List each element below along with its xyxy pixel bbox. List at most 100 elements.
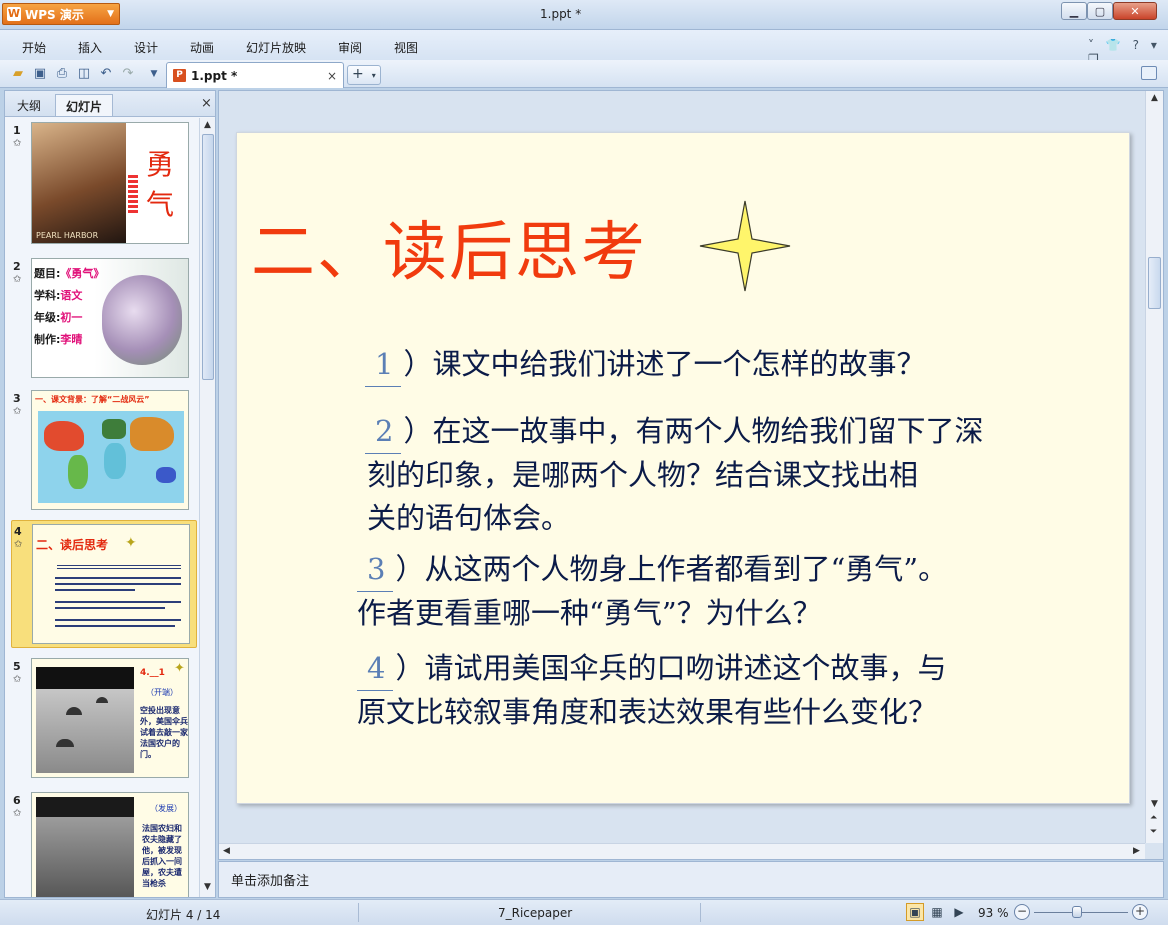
next-slide-icon[interactable]: ⏷ xyxy=(1150,827,1157,837)
question-number: 4 xyxy=(357,647,394,691)
undo-icon[interactable]: ↶ xyxy=(98,66,114,82)
thumbnail-slide-1[interactable]: 1 ✩ PEARL HARBOR 勇 气 xyxy=(11,120,197,248)
previous-slide-icon[interactable]: ⏶ xyxy=(1150,813,1157,823)
menu-home[interactable]: 开始 xyxy=(22,39,46,56)
info-row: 年级:初一 xyxy=(34,307,104,329)
skin-shirt-icon[interactable]: 👕 xyxy=(1106,38,1121,52)
menu-design[interactable]: 设计 xyxy=(134,39,158,56)
help-icon[interactable]: ? xyxy=(1133,38,1139,52)
thumbnail-info-rows: 题目:《勇气》 学科:语文 年级:初一 制作:李晴 xyxy=(34,263,104,351)
menu-slideshow[interactable]: 幻灯片放映 xyxy=(246,39,306,56)
question-line: 刻的印象，是哪两个人物？结合课文找出相 xyxy=(367,458,919,492)
close-button[interactable]: ✕ xyxy=(1113,2,1157,20)
question-line: 2 ）在这一故事中，有两个人物给我们留下了深 xyxy=(365,410,983,454)
wps-menu-button[interactable]: W WPS 演示 ▼ xyxy=(2,3,120,25)
open-folder-icon[interactable]: ▰ xyxy=(10,66,26,82)
transition-star-icon: ✩ xyxy=(14,539,23,550)
tab-close-button[interactable]: × xyxy=(327,69,337,83)
thumbnail-subtitle: （开端） xyxy=(146,688,178,697)
farmhouse-photo xyxy=(36,797,134,897)
thumbnail-list: 1 ✩ PEARL HARBOR 勇 气 2 ✩ 题目:《勇气》 学科:语文 年… xyxy=(5,118,199,897)
print-icon[interactable]: ⎙ xyxy=(54,66,70,82)
thumbnail-slide-5[interactable]: 5 ✩ 4.__1 ✦ （开端） 空投出现意外，美国伞兵试着去敲一家法国农户的门… xyxy=(11,656,197,780)
info-value: 李晴 xyxy=(60,333,83,346)
thumbnail-slide-2[interactable]: 2 ✩ 题目:《勇气》 学科:语文 年级:初一 制作:李晴 xyxy=(11,256,197,380)
status-divider xyxy=(358,903,359,922)
question-text: ）请试用美国伞兵的口吻讲述这个故事，与 xyxy=(395,651,947,685)
scroll-down-arrow-icon[interactable]: ▼ xyxy=(204,882,211,892)
world-map-image xyxy=(38,411,184,503)
thumbnail-canvas: （发展） 法国农妇和农夫隐藏了他，被发现后抓入一间屋，农夫遭当枪杀 xyxy=(31,792,189,897)
slide-sorter-view-icon[interactable]: ▦ xyxy=(928,903,946,921)
wps-badge-label: WPS 演示 xyxy=(25,7,84,22)
thumbnail-slide-4[interactable]: 4 ✩ 二、读后思考 ✦ xyxy=(11,520,197,648)
menu-animation[interactable]: 动画 xyxy=(190,39,214,56)
menu-view[interactable]: 视图 xyxy=(394,39,418,56)
scroll-right-arrow-icon[interactable]: ▶ xyxy=(1133,846,1140,856)
scroll-down-arrow-icon[interactable]: ▼ xyxy=(1151,799,1158,809)
editor-horizontal-scrollbar[interactable]: ◀ ▶ xyxy=(219,843,1145,859)
zoom-out-icon[interactable]: − xyxy=(1014,904,1030,920)
panel-close-icon[interactable]: × xyxy=(201,96,212,111)
scroll-up-arrow-icon[interactable]: ▲ xyxy=(204,120,211,130)
scroll-up-arrow-icon[interactable]: ▲ xyxy=(1151,93,1158,103)
new-tab-label: + xyxy=(352,66,364,82)
poster-caption: PEARL HARBOR xyxy=(36,231,99,240)
print-preview-icon[interactable]: ◫ xyxy=(76,66,92,82)
transition-star-icon: ✩ xyxy=(13,138,22,149)
transition-star-icon: ✩ xyxy=(13,674,22,685)
thumbnail-subtitle: （发展） xyxy=(150,804,182,813)
thumbnail-title-line1: 勇 xyxy=(146,148,175,181)
title-bar: W WPS 演示 ▼ 1.ppt * ▁ ▢ ✕ xyxy=(0,0,1168,30)
new-tab-button[interactable]: + ▾ xyxy=(347,65,381,85)
slide-editor: 二、读后思考 1 ）课文中给我们讲述了一个怎样的故事？ 2 ）在这一故事中，有两个人… xyxy=(218,90,1164,860)
maximize-button[interactable]: ▢ xyxy=(1087,2,1113,20)
menu-bar: 开始 插入 设计 动画 幻灯片放映 审阅 视图 ˅ 👕 ? ▾ ❐ xyxy=(0,30,1168,66)
thumbnail-slide-6[interactable]: 6 ✩ （发展） 法国农妇和农夫隐藏了他，被发现后抓入一间屋，农夫遭当枪杀 xyxy=(11,790,197,897)
zoom-in-icon[interactable]: + xyxy=(1132,904,1148,920)
info-value: 初一 xyxy=(60,311,83,324)
question-2[interactable]: 2 ）在这一故事中，有两个人物给我们留下了深 刻的印象，是哪两个人物？结合课文找出… xyxy=(365,410,983,540)
slideshow-view-icon[interactable]: ▶ xyxy=(950,903,968,921)
slide-title[interactable]: 二、读后思考 xyxy=(251,201,647,293)
thumbnail-slide-3[interactable]: 3 ✩ 一、课文背景：了解“二战风云” xyxy=(11,388,197,512)
status-bar: 幻灯片 4 / 14 7_Ricepaper ▣ ▦ ▶ 93 % − + xyxy=(0,899,1168,925)
notes-pane[interactable]: 单击添加备注 xyxy=(218,861,1164,898)
question-line: 3 ）从这两个人物身上作者都看到了“勇气”。 xyxy=(357,548,947,592)
thumbnail-scrollbar[interactable]: ▲ ▼ xyxy=(199,118,215,897)
redo-icon[interactable]: ↷ xyxy=(120,66,136,82)
minimize-button[interactable]: ▁ xyxy=(1061,2,1087,20)
chevron-down-icon[interactable]: ˅ xyxy=(1088,38,1094,52)
question-4[interactable]: 4 ）请试用美国伞兵的口吻讲述这个故事，与 原文比较叙事角度和表达效果有些什么变化… xyxy=(357,647,946,734)
tab-outline[interactable]: 大纲 xyxy=(7,94,51,116)
thumbnail-number: 1 xyxy=(13,124,21,137)
transition-star-icon: ✩ xyxy=(13,406,22,417)
question-1[interactable]: 1 ）课文中给我们讲述了一个怎样的故事？ xyxy=(365,343,925,387)
question-3[interactable]: 3 ）从这两个人物身上作者都看到了“勇气”。 作者更看重哪一种“勇气”？为什么？ xyxy=(357,548,947,635)
thumbnail-number: 4 xyxy=(14,525,22,538)
document-tab[interactable]: P 1.ppt * × xyxy=(166,62,344,88)
caret-down-icon[interactable]: ▾ xyxy=(1151,38,1157,52)
question-line: 作者更看重哪一种“勇气”？为什么？ xyxy=(357,596,822,630)
zoom-slider-thumb[interactable] xyxy=(1072,906,1082,918)
new-tab-dropdown-icon[interactable]: ▾ xyxy=(372,71,376,80)
question-number: 1 xyxy=(365,343,402,387)
slides-panel: 大纲 幻灯片 × 1 ✩ PEARL HARBOR 勇 气 2 ✩ 题目:《勇气… xyxy=(4,90,216,898)
save-icon[interactable]: ▣ xyxy=(32,66,48,82)
customize-toolbar-icon[interactable]: ▼ xyxy=(146,66,162,82)
scroll-left-arrow-icon[interactable]: ◀ xyxy=(223,846,230,856)
menu-review[interactable]: 审阅 xyxy=(338,39,362,56)
slide-canvas[interactable]: 二、读后思考 1 ）课文中给我们讲述了一个怎样的故事？ 2 ）在这一故事中，有两个人… xyxy=(236,132,1130,804)
paratroopers-photo xyxy=(36,667,134,773)
question-number: 2 xyxy=(365,410,402,454)
scrollbar-thumb[interactable] xyxy=(202,134,214,380)
thumbnail-number: 5 xyxy=(13,660,21,673)
editor-vertical-scrollbar[interactable]: ▲ ▼ ⏶ ⏷ xyxy=(1145,91,1163,843)
tab-slides[interactable]: 幻灯片 xyxy=(55,94,114,116)
scrollbar-thumb[interactable] xyxy=(1148,257,1161,309)
normal-view-icon[interactable]: ▣ xyxy=(906,903,924,921)
menu-insert[interactable]: 插入 xyxy=(78,39,102,56)
window-layout-icon[interactable] xyxy=(1141,66,1157,80)
thumbnail-number: 2 xyxy=(13,260,21,273)
question-text: ）从这两个人物身上作者都看到了“勇气”。 xyxy=(395,552,948,586)
